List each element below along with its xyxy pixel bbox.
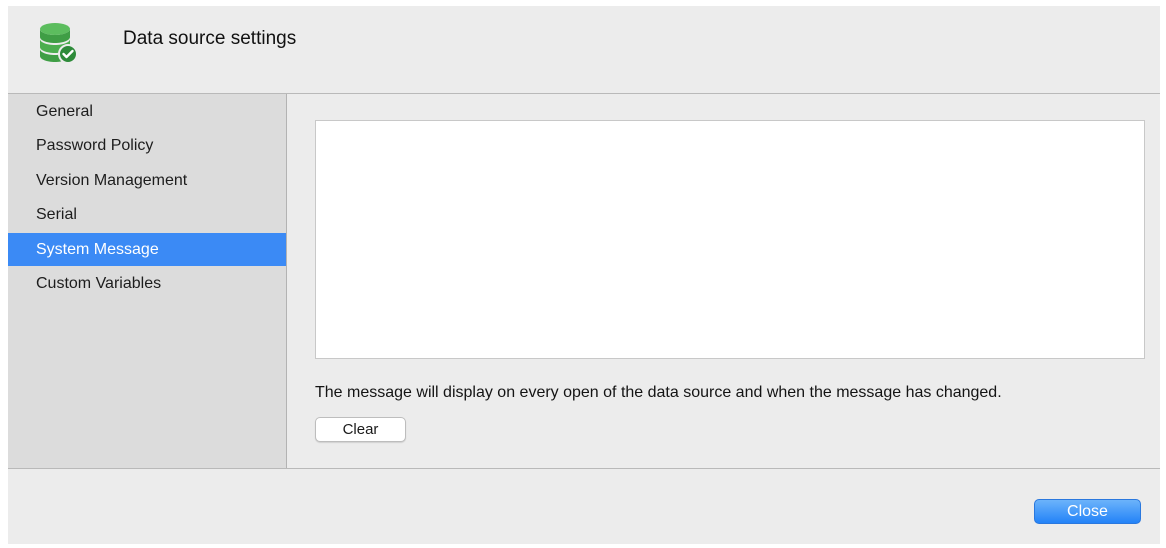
sidebar-item-general[interactable]: General: [8, 95, 286, 128]
settings-sidebar: General Password Policy Version Manageme…: [8, 94, 287, 468]
sidebar-item-password-policy[interactable]: Password Policy: [8, 129, 286, 162]
dialog-footer: Close: [8, 469, 1160, 544]
clear-button[interactable]: Clear: [315, 417, 406, 442]
dialog-title: Data source settings: [123, 28, 297, 49]
system-message-panel: The message will display on every open o…: [288, 94, 1160, 468]
database-check-icon: [40, 23, 78, 64]
data-source-settings-dialog: Data source settings General Password Po…: [8, 6, 1160, 544]
sidebar-item-serial[interactable]: Serial: [8, 198, 286, 231]
sidebar-item-version-management[interactable]: Version Management: [8, 164, 286, 197]
dialog-header: Data source settings: [8, 6, 1160, 94]
close-button[interactable]: Close: [1034, 499, 1141, 524]
sidebar-item-custom-variables[interactable]: Custom Variables: [8, 267, 286, 300]
sidebar-item-system-message[interactable]: System Message: [8, 233, 286, 266]
message-info-text: The message will display on every open o…: [315, 384, 1002, 401]
system-message-input[interactable]: [315, 120, 1145, 359]
